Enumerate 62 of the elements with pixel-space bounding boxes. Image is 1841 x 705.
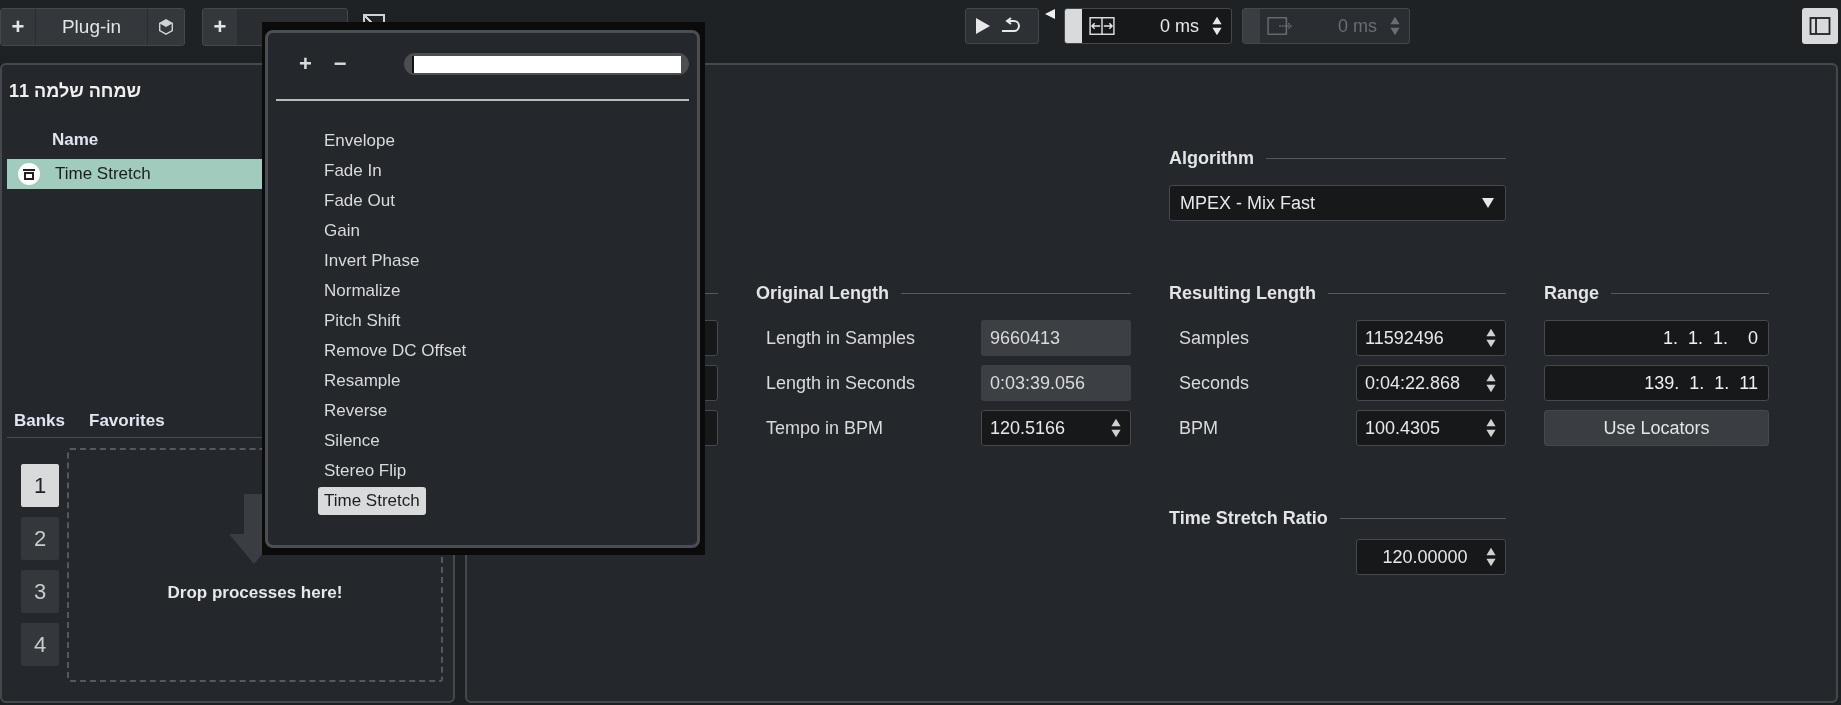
menu-item[interactable]: Envelope <box>318 126 401 156</box>
field-label: Length in Samples <box>765 327 916 349</box>
menu-item[interactable]: Resample <box>318 366 407 396</box>
spinner-icon[interactable] <box>1485 372 1497 394</box>
bank-button[interactable]: 4 <box>21 623 59 666</box>
bank-button[interactable]: 1 <box>21 464 59 507</box>
spinner-icon[interactable] <box>1211 15 1223 37</box>
fit-icon <box>1088 15 1116 37</box>
bank-button[interactable]: 2 <box>21 517 59 560</box>
position-field[interactable]: 1. 1. 1. 0 <box>1544 320 1769 356</box>
sidebar-icon <box>1809 16 1831 36</box>
field-label: BPM <box>1178 417 1218 439</box>
field-label: Samples <box>1178 327 1250 349</box>
spin-field[interactable]: 120.00000 <box>1356 539 1506 575</box>
spinner-icon[interactable] <box>1485 417 1497 439</box>
spin-field[interactable]: 120.5166 <box>981 410 1131 446</box>
triangle-icon[interactable] <box>1044 8 1056 20</box>
time-field[interactable]: 0 ms <box>1064 8 1232 44</box>
bank-tab[interactable]: Banks <box>14 411 66 431</box>
section-heading: Time Stretch Ratio <box>1169 507 1328 529</box>
menu-item[interactable]: Reverse <box>318 396 394 426</box>
search-field[interactable] <box>403 53 689 75</box>
field-label: Length in Seconds <box>765 372 916 394</box>
process-icon <box>17 162 41 186</box>
field-label: Seconds <box>1178 372 1250 394</box>
section-heading: Range <box>1544 282 1599 304</box>
spin-field[interactable]: 0:04:22.868 <box>1356 365 1506 401</box>
chain-title: 11 שמחה שלמה <box>9 81 143 102</box>
cube-icon <box>157 18 175 36</box>
caret-icon <box>1481 197 1495 209</box>
box-arrow-icon <box>1266 15 1294 37</box>
spinner-icon[interactable] <box>1485 546 1497 568</box>
use-locators-button[interactable]: Use Locators <box>1544 410 1769 446</box>
position-field[interactable]: 139. 1. 1. 11 <box>1544 365 1769 401</box>
bank-tab[interactable]: Favorites <box>89 411 165 431</box>
column-header: Name <box>52 130 99 150</box>
menu-item[interactable]: Pitch Shift <box>318 306 407 336</box>
spinner-icon[interactable] <box>1485 327 1497 349</box>
menu-item[interactable]: Time Stretch <box>318 487 426 515</box>
spin-field[interactable]: 100.4305 <box>1356 410 1506 446</box>
algorithm-dropdown[interactable]: MPEX - Mix Fast <box>1169 185 1506 221</box>
field-label: Tempo in BPM <box>765 417 884 439</box>
menu-item[interactable]: Fade Out <box>318 186 401 216</box>
menu-item[interactable]: Normalize <box>318 276 407 306</box>
bank-button[interactable]: 3 <box>21 570 59 613</box>
menu-item[interactable]: Fade In <box>318 156 388 186</box>
value-field: 9660413 <box>981 320 1131 356</box>
plugin-button[interactable]: Plug-in <box>35 9 148 45</box>
value-field: 0:03:39.056 <box>981 365 1131 401</box>
spin-field[interactable]: 11592496 <box>1356 320 1506 356</box>
panel-toggle-button[interactable] <box>1802 8 1838 44</box>
section-heading: Resulting Length <box>1169 282 1316 304</box>
add-button[interactable]: + <box>292 51 319 77</box>
menu-item[interactable]: Remove DC Offset <box>318 336 473 366</box>
section-heading: Original Length <box>756 282 889 304</box>
drop-hint: Drop processes here! <box>167 583 343 603</box>
menu-item[interactable]: Stereo Flip <box>318 456 413 486</box>
menu-item[interactable]: Gain <box>318 216 366 246</box>
section-heading: Algorithm <box>1169 147 1254 169</box>
spinner-icon[interactable] <box>1110 417 1122 439</box>
menu-item[interactable]: Invert Phase <box>318 246 426 276</box>
remove-button[interactable]: − <box>326 51 354 77</box>
